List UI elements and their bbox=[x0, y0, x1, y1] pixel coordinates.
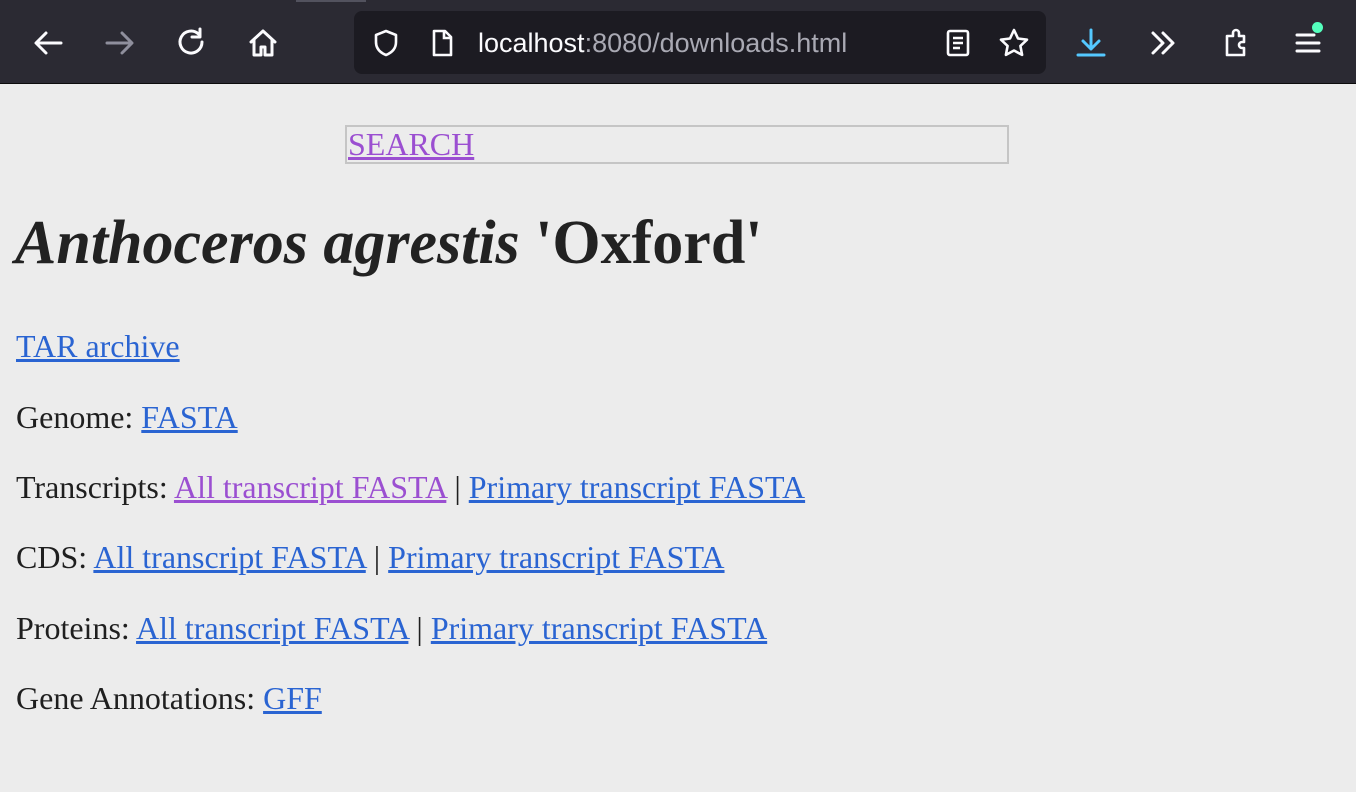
tar-archive-link[interactable]: TAR archive bbox=[16, 328, 180, 364]
cds-row: CDS: All transcript FASTA | Primary tran… bbox=[16, 539, 725, 575]
cds-primary-link[interactable]: Primary transcript FASTA bbox=[388, 539, 724, 575]
bookmark-star-icon[interactable] bbox=[998, 27, 1030, 59]
genome-label: Genome: bbox=[16, 399, 142, 435]
separator: | bbox=[408, 610, 431, 646]
url-host: localhost bbox=[478, 28, 585, 58]
annotations-label: Gene Annotations: bbox=[16, 680, 264, 716]
url-path: :8080/downloads.html bbox=[584, 28, 848, 58]
page-content: SEARCH Anthoceros agrestis 'Oxford' TAR … bbox=[0, 84, 1356, 792]
proteins-all-link[interactable]: All transcript FASTA bbox=[136, 610, 408, 646]
back-button[interactable] bbox=[26, 21, 70, 65]
overflow-chevrons-icon bbox=[1146, 26, 1180, 60]
search-box: SEARCH bbox=[345, 125, 1009, 164]
cds-all-link[interactable]: All transcript FASTA bbox=[93, 539, 365, 575]
back-icon bbox=[31, 26, 65, 60]
home-button[interactable] bbox=[241, 21, 285, 65]
forward-button[interactable] bbox=[98, 21, 142, 65]
reader-view-icon[interactable] bbox=[942, 27, 974, 59]
overflow-button[interactable] bbox=[1141, 21, 1185, 65]
transcripts-row: Transcripts: All transcript FASTA | Prim… bbox=[16, 469, 805, 505]
title-species: Anthoceros agrestis bbox=[15, 209, 520, 277]
home-icon bbox=[246, 26, 280, 60]
proteins-label: Proteins: bbox=[16, 610, 137, 646]
extensions-button[interactable] bbox=[1214, 21, 1258, 65]
genome-row: Genome: FASTA bbox=[16, 399, 238, 435]
transcripts-label: Transcripts: bbox=[16, 469, 174, 505]
cds-label: CDS: bbox=[16, 539, 94, 575]
update-notification-dot bbox=[1312, 22, 1323, 33]
annotations-row: Gene Annotations: GFF bbox=[16, 680, 322, 716]
proteins-row: Proteins: All transcript FASTA | Primary… bbox=[16, 610, 767, 646]
proteins-primary-link[interactable]: Primary transcript FASTA bbox=[431, 610, 767, 646]
extensions-icon bbox=[1219, 26, 1253, 60]
downloads-button[interactable] bbox=[1069, 21, 1113, 65]
gff-link[interactable]: GFF bbox=[263, 680, 322, 716]
url-text[interactable]: localhost:8080/downloads.html bbox=[478, 29, 847, 57]
download-icon bbox=[1074, 26, 1108, 60]
search-link[interactable]: SEARCH bbox=[348, 127, 474, 161]
page-icon[interactable] bbox=[426, 27, 458, 59]
address-bar[interactable]: localhost:8080/downloads.html bbox=[354, 11, 1046, 74]
genome-fasta-link[interactable]: FASTA bbox=[141, 399, 237, 435]
separator: | bbox=[365, 539, 389, 575]
reload-icon bbox=[175, 26, 209, 60]
transcripts-primary-link[interactable]: Primary transcript FASTA bbox=[469, 469, 805, 505]
reload-button[interactable] bbox=[170, 21, 214, 65]
separator: | bbox=[446, 469, 469, 505]
shield-icon[interactable] bbox=[370, 27, 402, 59]
title-strain: 'Oxford' bbox=[519, 209, 763, 277]
page-title: Anthoceros agrestis 'Oxford' bbox=[15, 208, 763, 278]
tar-row: TAR archive bbox=[16, 328, 180, 364]
menu-button[interactable] bbox=[1286, 21, 1330, 65]
browser-toolbar: localhost:8080/downloads.html bbox=[0, 0, 1356, 84]
transcripts-all-link[interactable]: All transcript FASTA bbox=[174, 469, 446, 505]
forward-icon bbox=[103, 26, 137, 60]
tab-strip-edge bbox=[296, 0, 366, 2]
